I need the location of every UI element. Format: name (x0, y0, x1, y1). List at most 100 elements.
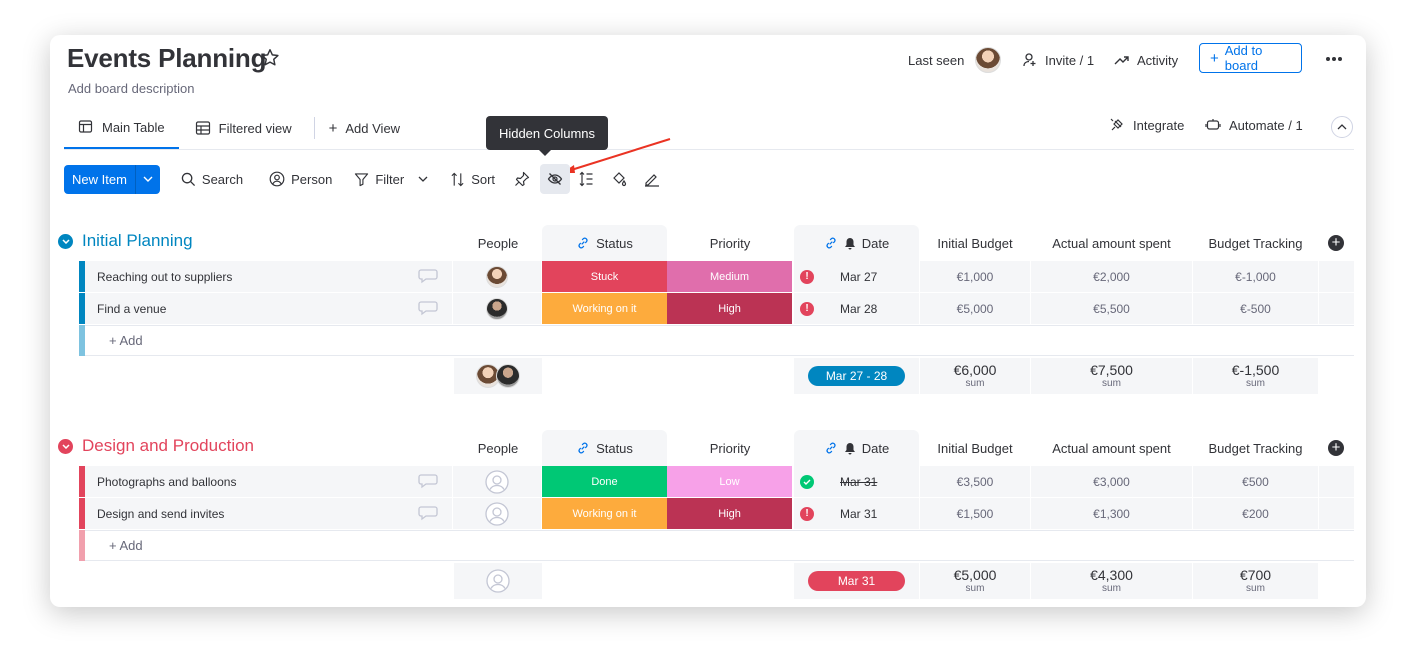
empty-cell (1319, 466, 1354, 497)
date-cell[interactable]: ! Mar 31 (794, 498, 919, 529)
add-item-row[interactable]: + Add (79, 530, 1354, 561)
chevron-down-icon[interactable] (418, 176, 428, 182)
budget-tracking-cell[interactable]: €-1,000 (1193, 261, 1318, 292)
automate-button[interactable]: Automate / 1 (1205, 110, 1303, 140)
people-cell[interactable] (453, 466, 541, 497)
tab-main-table[interactable]: Main Table (64, 107, 179, 149)
column-header-initial-budget[interactable]: Initial Budget (920, 225, 1030, 261)
filter-button[interactable]: Filter (343, 164, 439, 194)
column-header-date[interactable]: Date (794, 430, 919, 466)
group-header[interactable]: Design and Production (58, 436, 254, 456)
tab-add-view[interactable]: + Add View (323, 107, 414, 149)
add-item-row[interactable]: + Add (79, 325, 1354, 356)
add-to-board-button[interactable]: + Add to board (1199, 43, 1302, 73)
color-fill-button[interactable] (602, 164, 636, 194)
people-summary (454, 358, 542, 394)
pin-button[interactable] (506, 164, 538, 194)
initial-budget-cell[interactable]: €1,500 (920, 498, 1030, 529)
people-cell[interactable] (453, 261, 541, 292)
initial-budget-cell[interactable]: €5,000 (920, 293, 1030, 324)
actual-spent-cell[interactable]: €3,000 (1031, 466, 1192, 497)
chevron-down-icon[interactable] (136, 165, 160, 194)
chat-bubble-icon[interactable] (418, 268, 438, 284)
formatting-button[interactable] (636, 164, 668, 194)
column-header-budget-tracking[interactable]: Budget Tracking (1193, 225, 1318, 261)
column-header-budget-tracking[interactable]: Budget Tracking (1193, 430, 1318, 466)
status-cell[interactable]: Done (542, 466, 667, 497)
actual-spent-cell[interactable]: €5,500 (1031, 293, 1192, 324)
column-header-actual-spent[interactable]: Actual amount spent (1031, 225, 1192, 261)
column-header-priority[interactable]: Priority (667, 430, 793, 466)
date-cell[interactable]: Mar 31 (794, 466, 919, 497)
column-header-priority[interactable]: Priority (667, 225, 793, 261)
group-title[interactable]: Design and Production (82, 436, 254, 456)
last-seen[interactable]: Last seen (908, 45, 1002, 75)
new-item-button[interactable]: New Item (64, 164, 160, 194)
sort-button[interactable]: Sort (439, 164, 506, 194)
integrate-button[interactable]: Integrate (1109, 110, 1184, 140)
person-filter-button[interactable]: Person (258, 164, 343, 194)
initial-budget-cell[interactable]: €1,000 (920, 261, 1030, 292)
tab-filtered-view[interactable]: Filtered view (181, 107, 306, 149)
date-cell[interactable]: ! Mar 27 (794, 261, 919, 292)
hide-columns-button[interactable] (540, 164, 571, 194)
search-icon (181, 172, 195, 186)
group-header[interactable]: Initial Planning (58, 231, 193, 251)
favorite-star-icon[interactable] (259, 47, 281, 69)
board-title[interactable]: Events Planning (67, 43, 266, 74)
collapse-group-icon[interactable] (58, 438, 73, 454)
plus-icon: + (328, 119, 338, 137)
group-title[interactable]: Initial Planning (82, 231, 193, 251)
item-name[interactable]: Photographs and balloons (85, 466, 452, 497)
invite-button[interactable]: Invite / 1 (1022, 45, 1094, 75)
item-name[interactable]: Find a venue (85, 293, 452, 324)
activity-button[interactable]: Activity (1114, 45, 1178, 75)
column-header-initial-budget[interactable]: Initial Budget (920, 430, 1030, 466)
more-options-icon[interactable] (1325, 56, 1343, 62)
table-row[interactable]: Find a venue Working on it High ! Mar 28… (79, 293, 1354, 324)
paint-bucket-icon (613, 172, 627, 187)
row-height-button[interactable] (570, 164, 602, 194)
chat-bubble-icon[interactable] (418, 505, 438, 521)
column-header-status[interactable]: Status (542, 225, 667, 261)
column-header-actual-spent[interactable]: Actual amount spent (1031, 430, 1192, 466)
item-name[interactable]: Reaching out to suppliers (85, 261, 452, 292)
search-button[interactable]: Search (170, 164, 254, 194)
priority-cell[interactable]: High (667, 293, 792, 324)
budget-tracking-cell[interactable]: €500 (1193, 466, 1318, 497)
actual-spent-cell[interactable]: €2,000 (1031, 261, 1192, 292)
status-cell[interactable]: Stuck (542, 261, 667, 292)
budget-tracking-cell[interactable]: €-500 (1193, 293, 1318, 324)
priority-cell[interactable]: Medium (667, 261, 792, 292)
column-header-people[interactable]: People (454, 430, 542, 466)
column-header-status[interactable]: Status (542, 430, 667, 466)
table-row[interactable]: Design and send invites Working on it Hi… (79, 498, 1354, 529)
collapse-group-icon[interactable] (58, 233, 73, 249)
add-item-input[interactable]: + Add (85, 325, 1354, 356)
column-header-date[interactable]: Date (794, 225, 919, 261)
priority-cell[interactable]: Low (667, 466, 792, 497)
check-done-icon (800, 474, 814, 489)
status-cell[interactable]: Working on it (542, 293, 667, 324)
add-column-icon[interactable]: + (1328, 440, 1344, 456)
add-column-icon[interactable]: + (1328, 235, 1344, 251)
column-header-people[interactable]: People (454, 225, 542, 261)
board-description[interactable]: Add board description (68, 81, 194, 96)
table-home-icon (78, 120, 93, 133)
people-cell[interactable] (453, 498, 541, 529)
add-item-input[interactable]: + Add (85, 530, 1354, 561)
status-cell[interactable]: Working on it (542, 498, 667, 529)
table-row[interactable]: Photographs and balloons Done Low Mar 31… (79, 466, 1354, 497)
budget-tracking-cell[interactable]: €200 (1193, 498, 1318, 529)
date-cell[interactable]: ! Mar 28 (794, 293, 919, 324)
priority-cell[interactable]: High (667, 498, 792, 529)
people-cell[interactable] (453, 293, 541, 324)
collapse-header-button[interactable] (1331, 116, 1353, 138)
actual-spent-cell[interactable]: €1,300 (1031, 498, 1192, 529)
item-name[interactable]: Design and send invites (85, 498, 452, 529)
chat-bubble-icon[interactable] (418, 300, 438, 316)
table-row[interactable]: Reaching out to suppliers Stuck Medium !… (79, 261, 1354, 292)
actual-spent-summary: €4,300 sum (1031, 563, 1192, 599)
initial-budget-cell[interactable]: €3,500 (920, 466, 1030, 497)
chat-bubble-icon[interactable] (418, 473, 438, 489)
